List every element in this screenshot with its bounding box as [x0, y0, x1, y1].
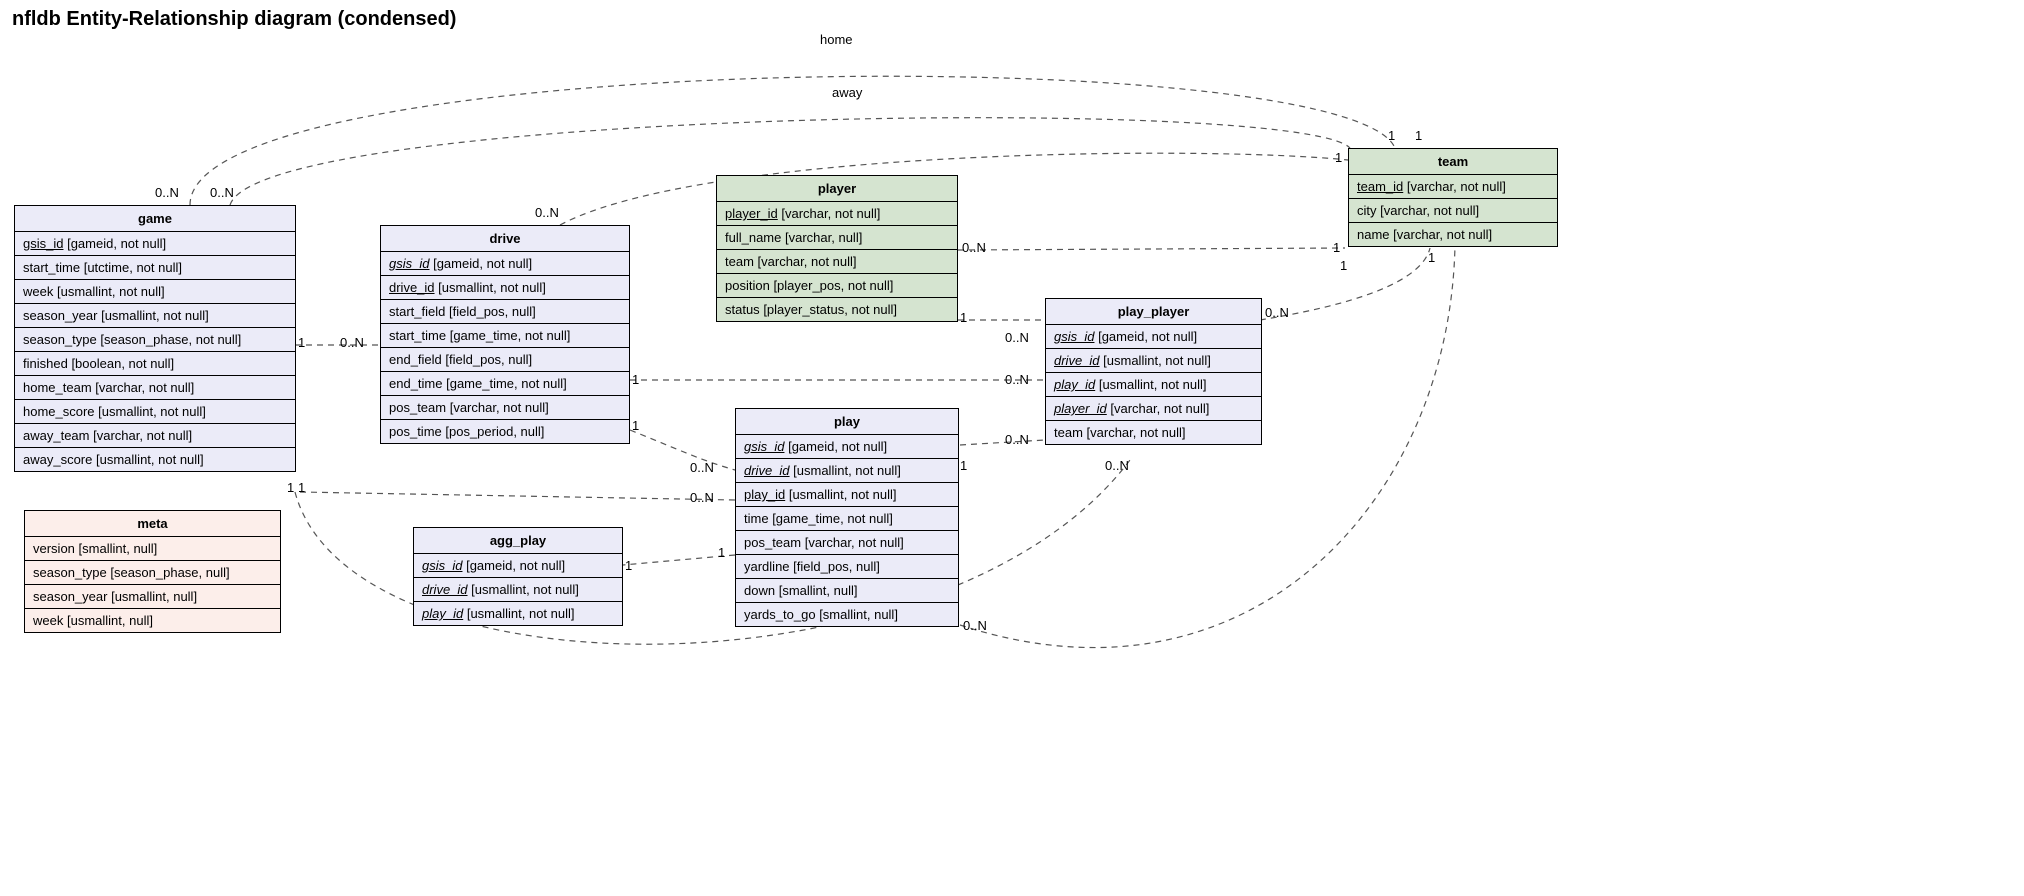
entity-player: player player_id [varchar, not null] ful…	[716, 175, 958, 322]
card-game-play-n: 0..N	[690, 490, 714, 505]
entity-play: play gsis_id [gameid, not null] drive_id…	[735, 408, 959, 627]
card-team-away-1: 1	[1415, 128, 1422, 143]
card-drive-team-n: 0..N	[535, 205, 559, 220]
card-play-team-n: 0..N	[963, 618, 987, 633]
card-drive-play-n: 0..N	[690, 460, 714, 475]
entity-player-header: player	[717, 176, 957, 202]
entity-drive-header: drive	[381, 226, 629, 252]
rel-label-away: away	[832, 85, 862, 100]
card-play-agg-b: 1	[625, 558, 632, 573]
card-game-home-n: 0..N	[155, 185, 179, 200]
card-player-team-n: 0..N	[962, 240, 986, 255]
entity-play-player-header: play_player	[1046, 299, 1261, 325]
card-play-team-1: 1	[1428, 250, 1435, 265]
entity-agg-play: agg_play gsis_id [gameid, not null] driv…	[413, 527, 623, 626]
entity-play-player: play_player gsis_id [gameid, not null] d…	[1045, 298, 1262, 445]
card-play-agg-a: 1	[718, 545, 725, 560]
card-game-drive-n: 0..N	[340, 335, 364, 350]
entity-drive: drive gsis_id [gameid, not null] drive_i…	[380, 225, 630, 444]
card-play-pp-n: 0..N	[1005, 432, 1029, 447]
entity-game: game gsis_id [gameid, not null] start_ti…	[14, 205, 296, 472]
card-game-pp-1: 1	[287, 480, 294, 495]
card-pp-team-n: 0..N	[1265, 305, 1289, 320]
card-drive-pp-n: 0..N	[1005, 372, 1029, 387]
card-team-home-1: 1	[1388, 128, 1395, 143]
entity-agg-play-header: agg_play	[414, 528, 622, 554]
card-game-drive-1: 1	[298, 335, 305, 350]
entity-meta-header: meta	[25, 511, 280, 537]
card-pp-team-1: 1	[1340, 258, 1347, 273]
entity-team-header: team	[1349, 149, 1557, 175]
card-drive-team-1: 1	[1335, 150, 1342, 165]
card-player-team-1: 1	[1333, 240, 1340, 255]
card-player-pp-1: 1	[960, 310, 967, 325]
entity-play-header: play	[736, 409, 958, 435]
card-game-away-n: 0..N	[210, 185, 234, 200]
diagram-title: nfldb Entity-Relationship diagram (conde…	[12, 8, 2024, 31]
card-game-pp-n: 0..N	[1105, 458, 1129, 473]
card-game-play-1: 1	[298, 480, 305, 495]
entity-game-header: game	[15, 206, 295, 232]
entity-meta: meta version [smallint, null] season_typ…	[24, 510, 281, 633]
rel-label-home: home	[820, 32, 853, 47]
card-drive-pp-1: 1	[632, 372, 639, 387]
card-play-pp-1: 1	[960, 458, 967, 473]
entity-team: team team_id [varchar, not null] city [v…	[1348, 148, 1558, 247]
card-drive-play-1: 1	[632, 418, 639, 433]
card-player-pp-n: 0..N	[1005, 330, 1029, 345]
